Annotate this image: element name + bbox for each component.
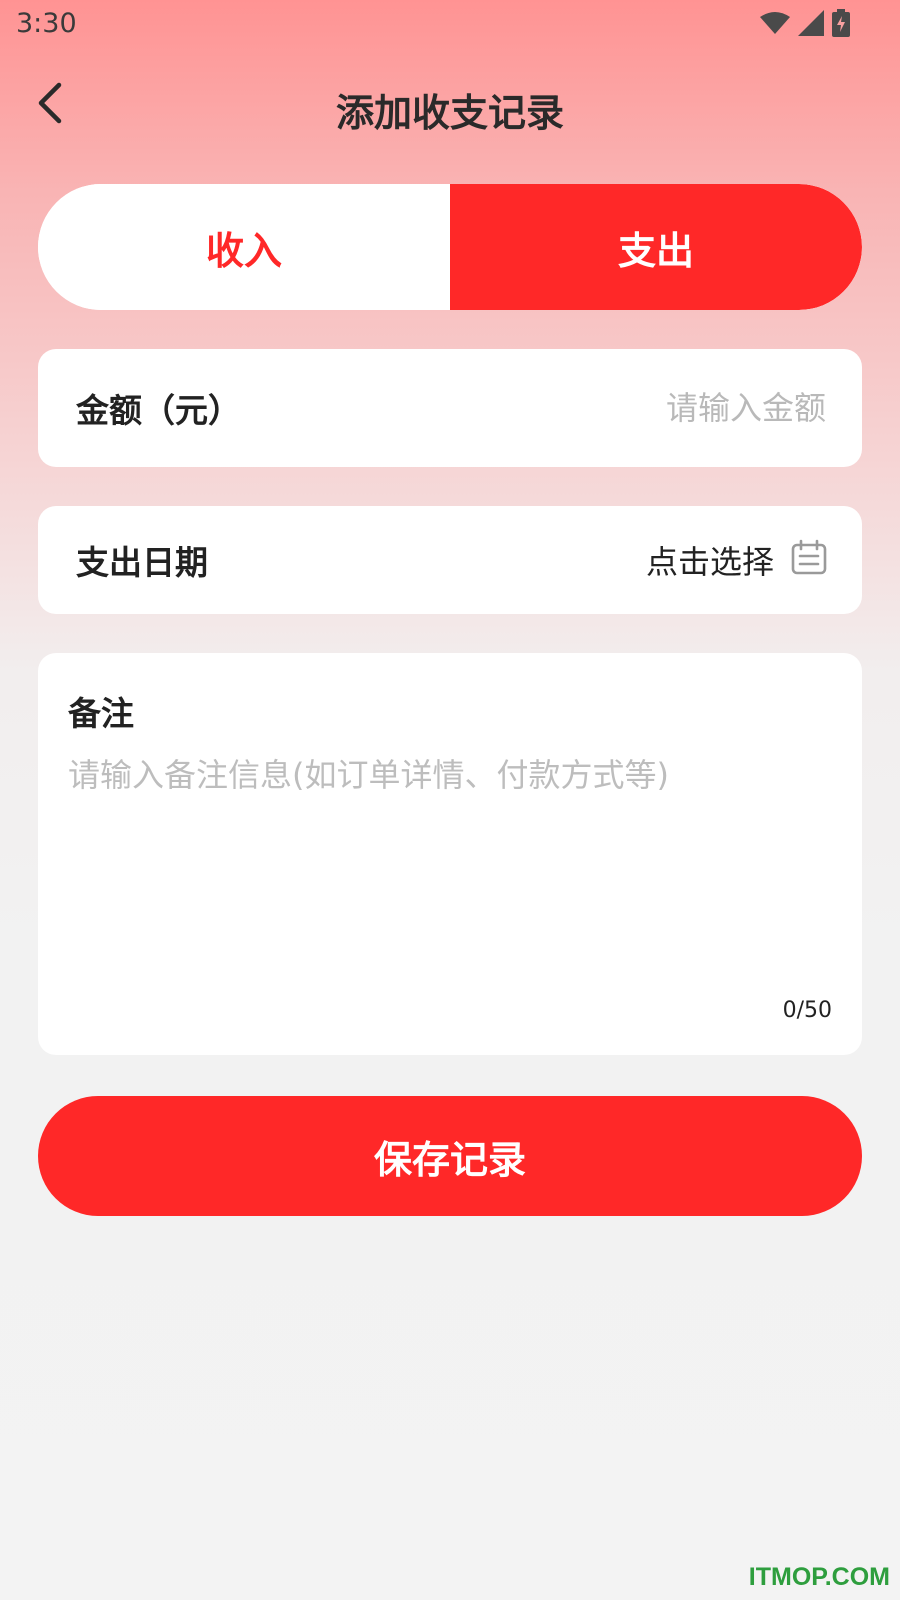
- note-card: 备注 0/50: [38, 653, 862, 1055]
- type-toggle: 收入 支出: [38, 184, 862, 310]
- char-counter: 0/50: [782, 998, 832, 1023]
- note-label: 备注: [68, 694, 134, 733]
- date-label: 支出日期: [76, 543, 208, 582]
- signal-icon: [798, 10, 824, 40]
- tab-income[interactable]: 收入: [38, 184, 450, 310]
- amount-card: 金额（元）: [38, 349, 862, 467]
- note-input[interactable]: [68, 753, 838, 973]
- status-icons: [760, 9, 850, 41]
- amount-input[interactable]: [466, 380, 826, 436]
- amount-label: 金额（元）: [76, 391, 241, 430]
- date-picker[interactable]: 点击选择: [646, 537, 828, 583]
- battery-icon: [832, 9, 850, 41]
- wifi-icon: [760, 11, 790, 39]
- status-bar: 3:30: [0, 0, 900, 50]
- date-picker-text: 点击选择: [645, 543, 774, 581]
- calendar-icon: [790, 539, 828, 581]
- watermark: ITMOP.COM: [748, 1563, 890, 1591]
- date-card: 支出日期 点击选择: [38, 506, 862, 614]
- tab-expense[interactable]: 支出: [450, 184, 862, 310]
- status-time: 3:30: [16, 8, 77, 39]
- page-title: 添加收支记录: [335, 91, 564, 135]
- nav-bar: 添加收支记录: [0, 62, 900, 148]
- save-button[interactable]: 保存记录: [38, 1096, 862, 1216]
